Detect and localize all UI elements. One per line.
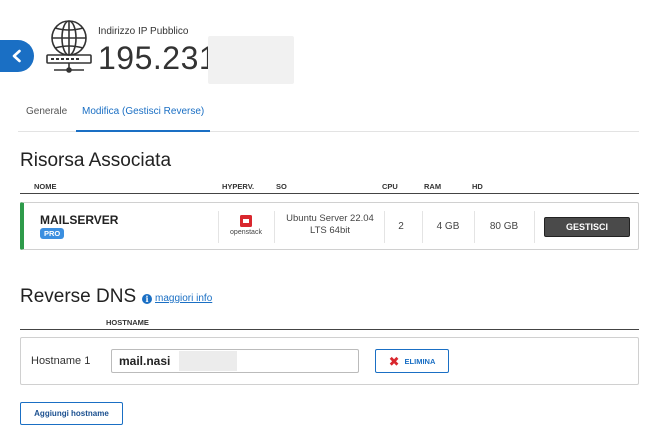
tab-modifica[interactable]: Modifica (Gestisci Reverse): [76, 106, 211, 132]
col-nome: NOME: [34, 182, 57, 191]
elimina-button[interactable]: ✖ ELIMINA: [375, 349, 449, 373]
divider: [534, 211, 535, 243]
maggiori-info-link[interactable]: maggiori info: [155, 293, 212, 304]
gestisci-button[interactable]: GESTISCI: [544, 217, 630, 237]
divider: [274, 211, 275, 243]
hostname-row: Hostname 1 ✖ ELIMINA: [20, 337, 639, 385]
chevron-left-icon: [12, 49, 21, 63]
hd-value: 80 GB: [489, 221, 519, 232]
hostname-redacted: [179, 351, 237, 371]
divider: [422, 211, 423, 243]
col-cpu: CPU: [382, 182, 398, 191]
hypervisor-cell: openstack: [222, 211, 270, 243]
openstack-logo-icon: [240, 215, 252, 227]
delete-x-icon: ✖: [388, 353, 400, 369]
tab-generale[interactable]: Generale: [26, 106, 67, 132]
col-hyperv: HYPERV.: [222, 182, 255, 191]
ip-redacted: [208, 36, 294, 84]
server-row: MAILSERVER PRO openstack Ubuntu Server 2…: [20, 202, 639, 250]
col-hd: HD: [472, 182, 483, 191]
hostname-label: Hostname 1: [31, 355, 91, 367]
risorsa-title: Risorsa Associata: [20, 150, 172, 171]
cpu-value: 2: [398, 221, 404, 232]
globe-network-icon: [46, 20, 92, 73]
ip-label: Indirizzo IP Pubblico: [98, 26, 189, 37]
risorsa-table-header: NOME HYPERV. SO CPU RAM HD: [20, 180, 639, 194]
reverse-table-header: HOSTNAME: [20, 316, 639, 330]
os-cell: Ubuntu Server 22.04 LTS 64bit: [286, 213, 374, 236]
divider: [384, 211, 385, 243]
divider: [218, 211, 219, 243]
ram-value: 4 GB: [436, 221, 460, 232]
pro-badge: PRO: [40, 228, 65, 239]
back-button[interactable]: [0, 40, 34, 72]
col-hostname: HOSTNAME: [106, 318, 149, 327]
col-ram: RAM: [424, 182, 442, 191]
server-name: MAILSERVER: [40, 213, 119, 227]
ip-address: 195.231: [98, 40, 218, 76]
reverse-dns-title: Reverse DNS: [20, 286, 137, 307]
divider: [474, 211, 475, 243]
tab-bar: Generale Modifica (Gestisci Reverse): [18, 100, 639, 132]
hypervisor-name: openstack: [230, 229, 262, 236]
add-hostname-button[interactable]: Aggiungi hostname: [20, 402, 123, 425]
info-icon: i: [142, 294, 152, 304]
col-so: SO: [276, 182, 287, 191]
